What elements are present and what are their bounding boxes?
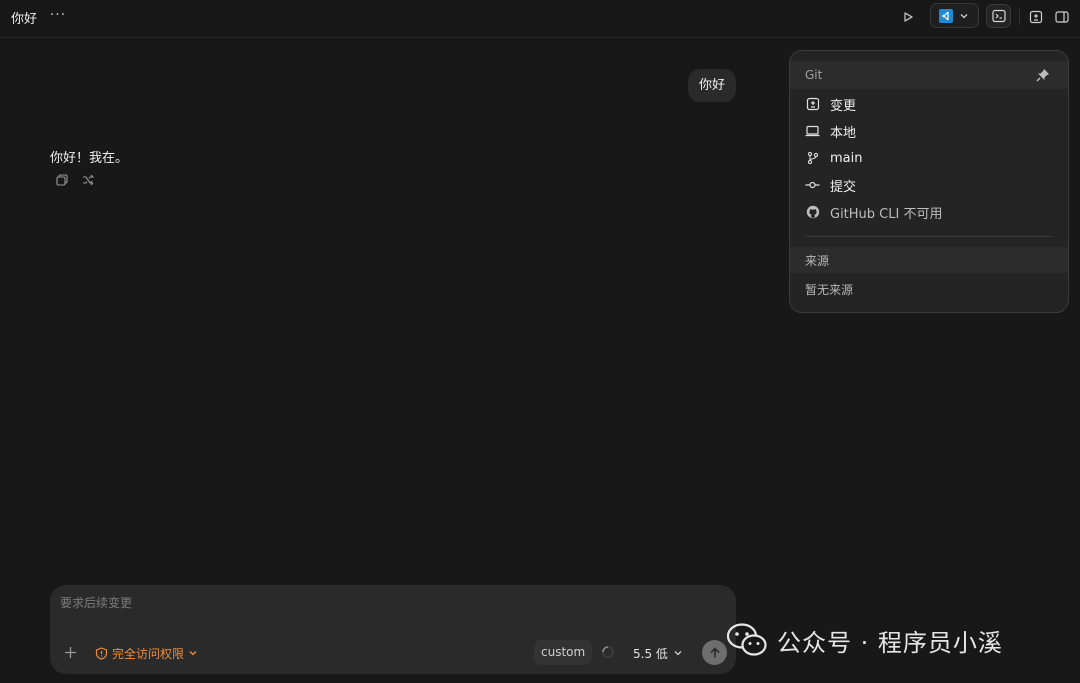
diff-icon [1029,10,1043,24]
github-icon [805,205,820,220]
git-item-label: 变更 [830,98,857,114]
add-attachment-button[interactable] [62,644,78,660]
custom-profile-chip[interactable]: custom [534,640,593,665]
copy-icon [56,174,68,186]
play-icon [904,12,913,22]
user-message: 你好 [688,69,737,102]
terminal-icon [991,9,1006,23]
laptop-icon [805,124,820,139]
git-section-header: Git [790,61,1068,89]
git-item-label: GitHub CLI 不可用 [830,206,943,222]
git-item-branch[interactable]: main [805,148,862,168]
git-header-label: Git [805,68,823,82]
wechat-watermark: 公众号 · 程序员小溪 [727,620,1003,660]
vscode-icon [939,8,953,23]
git-item-label: main [830,150,863,166]
branch-icon [805,151,820,166]
run-button[interactable] [898,7,918,27]
arrow-up-icon [709,646,720,657]
git-item-label: 本地 [830,125,857,141]
top-bar: 你好 ··· [0,0,1080,38]
source-header-label: 来源 [805,254,830,268]
open-in-editor-button[interactable] [930,3,979,28]
git-item-changes[interactable]: 变更 [805,94,856,114]
watermark-text: 公众号 · 程序员小溪 [777,628,1003,657]
toggle-sidebar-button[interactable] [1052,7,1072,27]
model-selector[interactable]: 5.5 低 [633,644,683,662]
git-item-github-cli: GitHub CLI 不可用 [805,202,942,222]
diff-icon [805,97,820,112]
model-label: 5.5 低 [633,646,668,661]
chevron-down-icon [189,651,197,656]
access-level-selector[interactable]: 完全访问权限 [95,644,198,662]
git-item-label: 提交 [830,179,857,195]
no-source-text: 暂无来源 [805,283,854,297]
git-divider [805,236,1052,237]
source-section-header: 来源 [790,247,1068,273]
pin-icon[interactable] [1035,67,1051,83]
message-actions [55,173,95,187]
plus-icon [64,646,76,658]
copy-button[interactable] [55,173,69,187]
follow-up-input[interactable] [60,596,560,610]
warning-icon [95,646,108,660]
access-level-label: 完全访问权限 [112,646,185,661]
fork-button[interactable] [81,173,95,187]
loading-spinner-icon [602,646,614,658]
assistant-message: 你好！我在。 [50,151,129,166]
commit-icon [805,178,820,193]
fork-icon [83,174,95,186]
chevron-down-icon [674,651,682,656]
toolbar-divider [1019,9,1020,25]
git-popover: Git 变更 本地 main 提交 GitHub CLI 不可用 来源 暂无来源 [789,50,1069,313]
thread-title: 你好 [11,12,38,27]
send-button[interactable] [702,640,727,665]
more-options-button[interactable]: ··· [49,5,67,25]
wechat-icon [727,623,767,656]
sidebar-icon [1055,11,1069,23]
chevron-down-icon [960,13,968,18]
terminal-button[interactable] [986,4,1011,28]
composer: 完全访问权限 custom 5.5 低 [50,585,736,674]
diff-panel-button[interactable] [1026,7,1046,27]
git-item-commit[interactable]: 提交 [805,175,856,195]
git-item-local[interactable]: 本地 [805,121,856,141]
